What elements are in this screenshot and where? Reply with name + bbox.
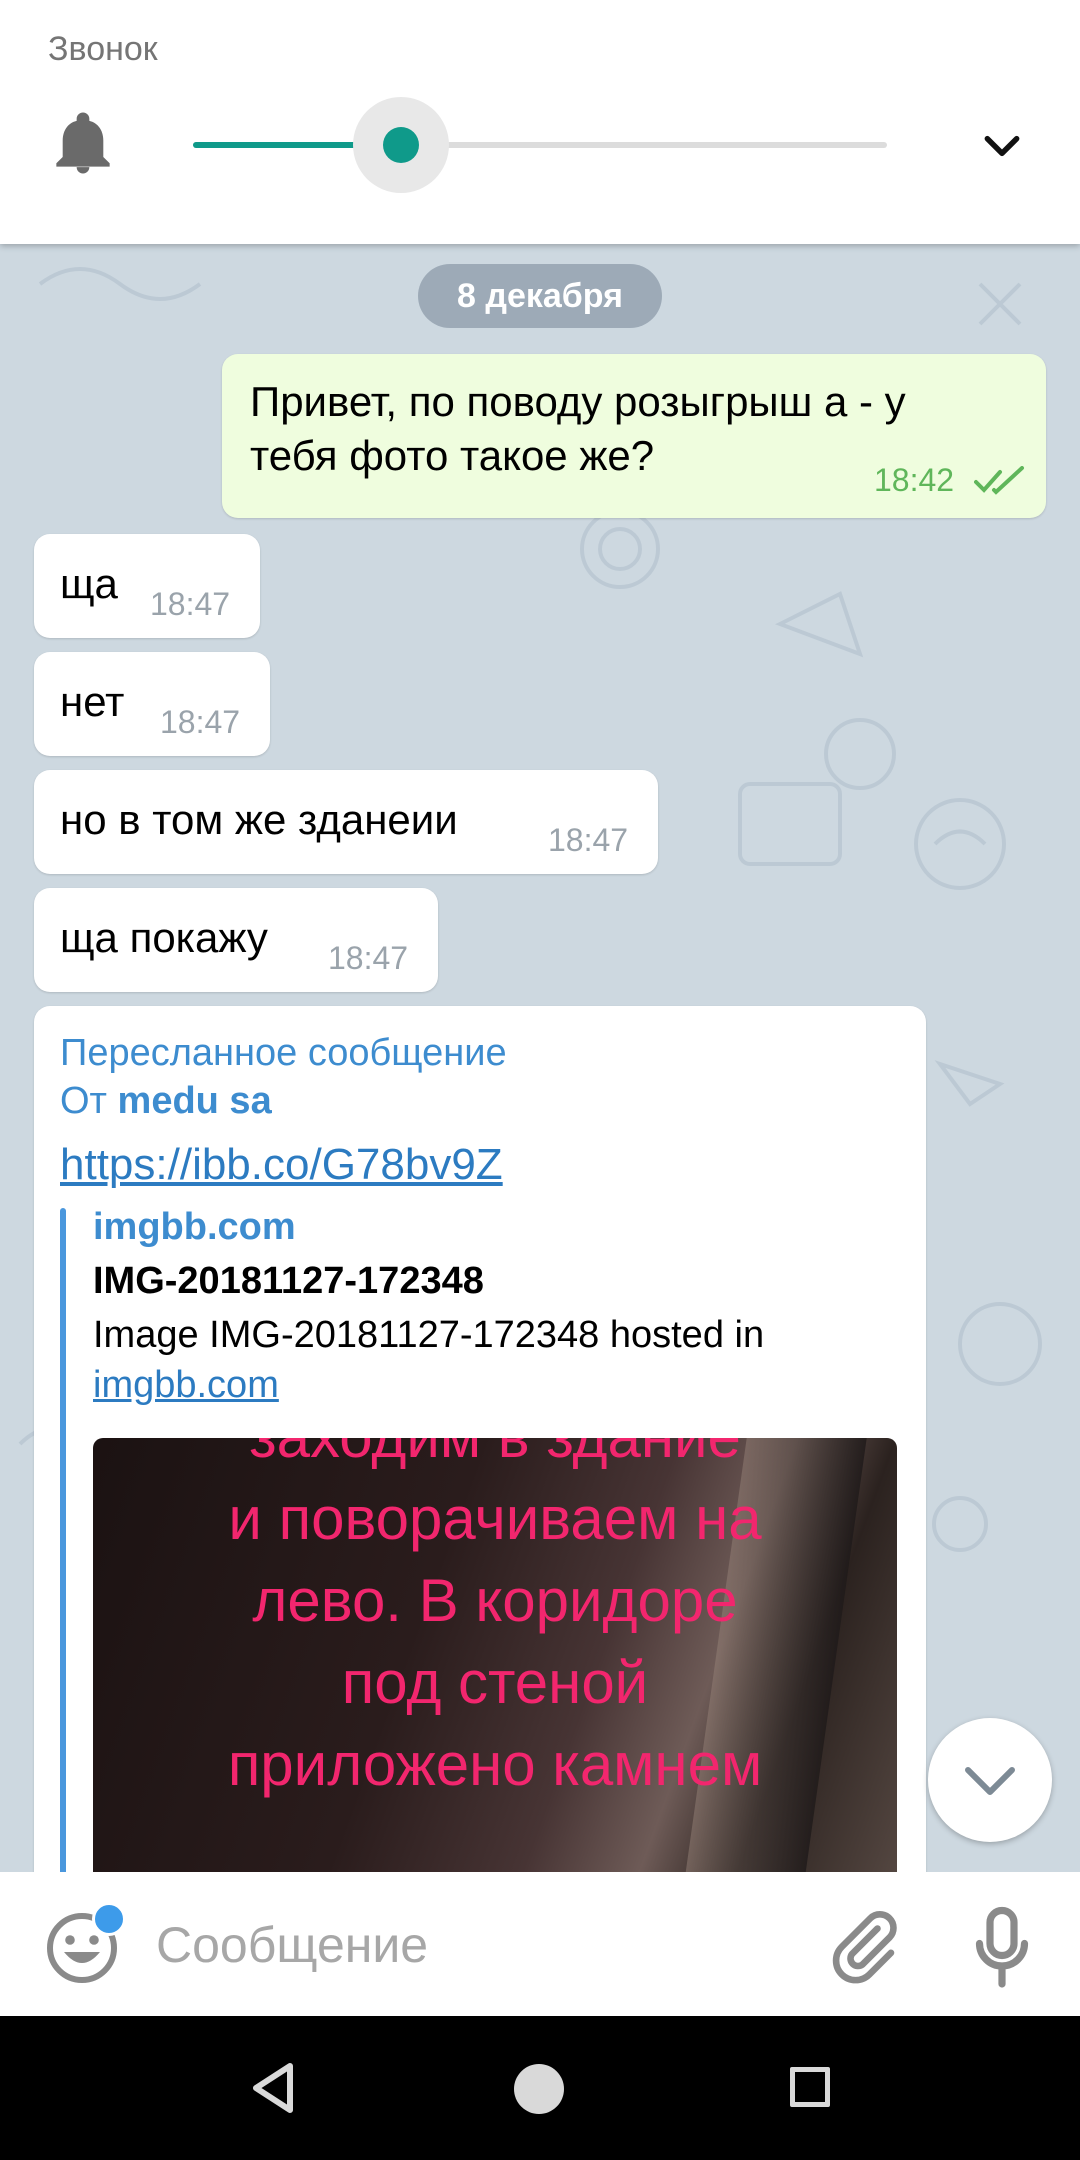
outgoing-message[interactable]: Привет, по поводу розыгрыш а - у тебя фо… xyxy=(222,354,1046,518)
forwarded-message[interactable]: Пересланное сообщение От medu sa https:/… xyxy=(34,1006,926,1872)
incoming-message[interactable]: ща 18:47 xyxy=(34,534,260,638)
microphone-icon[interactable] xyxy=(970,1906,1034,1990)
message-link[interactable]: https://ibb.co/G78bv9Z xyxy=(60,1140,503,1190)
chevron-down-icon[interactable] xyxy=(980,124,1024,168)
date-separator: 8 декабря xyxy=(418,264,662,328)
recents-icon[interactable] xyxy=(790,2067,830,2107)
incoming-message[interactable]: нет 18:47 xyxy=(34,652,270,756)
forwarded-from[interactable]: От medu sa xyxy=(60,1080,272,1123)
message-text: ща xyxy=(60,560,118,607)
home-icon[interactable] xyxy=(514,2064,564,2114)
back-icon[interactable] xyxy=(248,2062,298,2114)
forwarded-header: Пересланное сообщение xyxy=(60,1032,507,1074)
message-time: 18:47 xyxy=(150,586,231,622)
emoji-new-indicator xyxy=(92,1902,126,1936)
image-text-line: под стеной xyxy=(341,1649,649,1716)
ringer-volume-panel: Звонок xyxy=(0,0,1080,244)
message-time: 18:47 xyxy=(328,940,409,976)
message-time: 18:42 xyxy=(874,462,955,498)
link-preview-image[interactable]: заходим в здание и поворачиваем на лево.… xyxy=(93,1438,897,1872)
system-navigation-bar xyxy=(0,2016,1080,2160)
message-text: но в том же зданеии xyxy=(60,796,458,843)
double-check-icon xyxy=(974,466,1024,495)
image-text-line: приложено камнем xyxy=(227,1731,763,1798)
volume-slider[interactable] xyxy=(193,97,887,193)
bell-icon[interactable] xyxy=(52,110,114,176)
volume-slider-thumb[interactable] xyxy=(383,127,420,163)
incoming-message[interactable]: ща покажу 18:47 xyxy=(34,888,438,992)
image-text-line: лево. В коридоре xyxy=(252,1567,738,1634)
message-time: 18:47 xyxy=(548,822,629,858)
link-preview-site: imgbb.com xyxy=(93,1206,296,1248)
forwarded-from-name[interactable]: medu sa xyxy=(118,1080,272,1122)
message-time: 18:47 xyxy=(160,704,241,740)
message-text-line2: тебя фото такое же? xyxy=(250,432,655,479)
link-preview-title: IMG-20181127-172348 xyxy=(93,1260,484,1302)
link-preview-description-link[interactable]: imgbb.com xyxy=(93,1364,279,1407)
chevron-down-icon xyxy=(965,1767,1015,1795)
image-text-line: и поворачиваем на xyxy=(228,1485,762,1552)
image-text-line: заходим в здание xyxy=(93,1438,897,1478)
link-preview-accent xyxy=(60,1208,66,1872)
volume-stream-label: Звонок xyxy=(48,30,158,68)
scroll-to-bottom-button[interactable] xyxy=(928,1718,1052,1842)
message-text: нет xyxy=(60,678,125,725)
link-preview-description: Image IMG-20181127-172348 hosted in xyxy=(93,1314,765,1356)
incoming-message[interactable]: но в том же зданеии 18:47 xyxy=(34,770,658,874)
message-input[interactable]: Сообщение xyxy=(156,1916,428,1974)
paperclip-icon[interactable] xyxy=(828,1908,900,1988)
message-input-bar: Сообщение xyxy=(0,1872,1080,2016)
message-text-line1: Привет, по поводу розыгрыш а - у xyxy=(250,378,906,425)
forwarded-from-prefix: От xyxy=(60,1080,107,1122)
message-text: ща покажу xyxy=(60,914,268,961)
chat-history[interactable]: 8 декабря Привет, по поводу розыгрыш а -… xyxy=(0,244,1080,1872)
